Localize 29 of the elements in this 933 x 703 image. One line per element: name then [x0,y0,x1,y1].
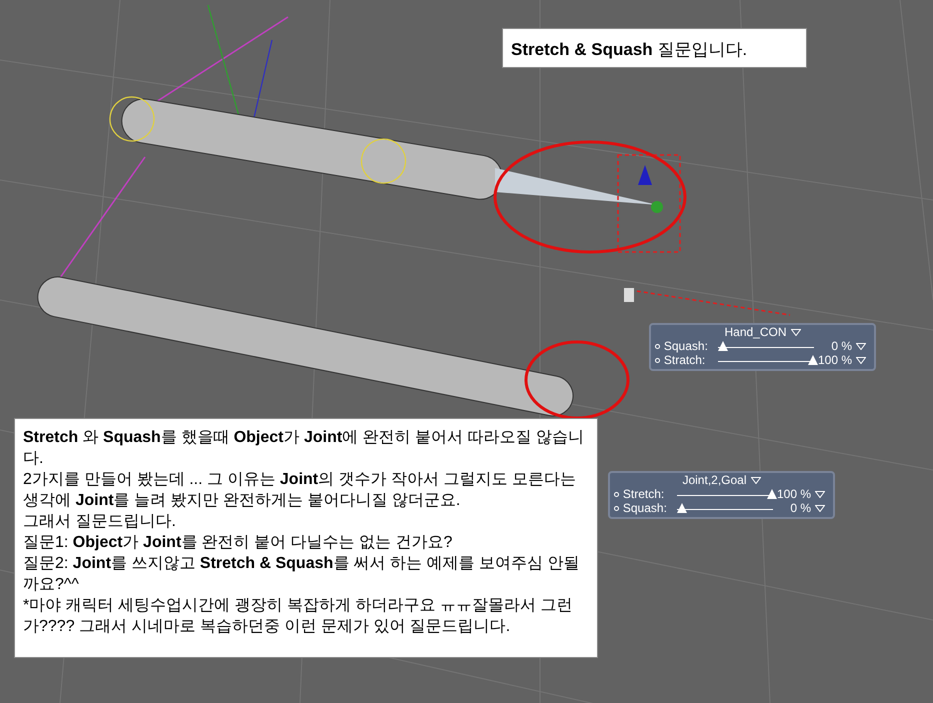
slider-value: 0 % [830,339,852,353]
question-paragraph: *마야 캐릭터 세팅수업시간에 괭장히 복잡하게 하더라구요 ㅠㅠ잘몰라서 그런가???? 그래서 시네마로 복습하던중 이런 문제가 있어 질문드립니다. [23,596,574,637]
radio-icon[interactable] [655,358,660,362]
slider-label: Stretch: [622,487,666,501]
slider-track[interactable] [676,503,773,513]
title-note: Stretch & Squash 질문입니다. [502,28,807,68]
question-paragraph: 질문2: Joint를 쓰지않고 Stretch & Squash를 써서 하는 예제를 보여주심 안될까요?^^ [23,554,580,595]
slider-thumb[interactable] [718,341,728,351]
slider-label: Squash: [622,501,668,515]
slider-value: 100 % [818,353,852,367]
question-paragraph: Stretch 와 Squash를 했을때 Object가 Joint에 완전히 붙어서 따라오질 않습니다. [23,428,585,469]
slider-label: Squash: [664,339,709,353]
radio-icon[interactable] [655,344,660,348]
caret-icon[interactable] [750,476,761,484]
slider-value: 0 % [789,501,811,515]
question-paragraph: 2가지를 만들어 봤는데 ... 그 이유는 Joint의 갯수가 작아서 그럴지도 모른다는 생각에 Joint를 늘려 봤지만 완전하게는 붙어다니질 않더군요. [23,470,577,511]
radio-icon[interactable] [614,506,619,510]
slider-label: Stratch: [664,353,706,367]
caret-icon[interactable] [790,328,801,336]
slider-value: 100 % [776,487,811,501]
question-paragraph: 그래서 질문드립니다. [23,512,177,532]
slider-track[interactable] [718,341,814,351]
panel-title: Hand_CON [724,325,787,339]
radio-icon[interactable] [614,492,619,496]
panel-title: Joint,2,Goal [682,473,747,487]
question-paragraph: 질문1: Object가 Joint를 완전히 붙어 다닐수는 없는 건가요? [23,533,454,553]
slider-thumb[interactable] [766,489,777,499]
slider-thumb[interactable] [676,503,687,513]
slider-thumb[interactable] [808,355,818,365]
